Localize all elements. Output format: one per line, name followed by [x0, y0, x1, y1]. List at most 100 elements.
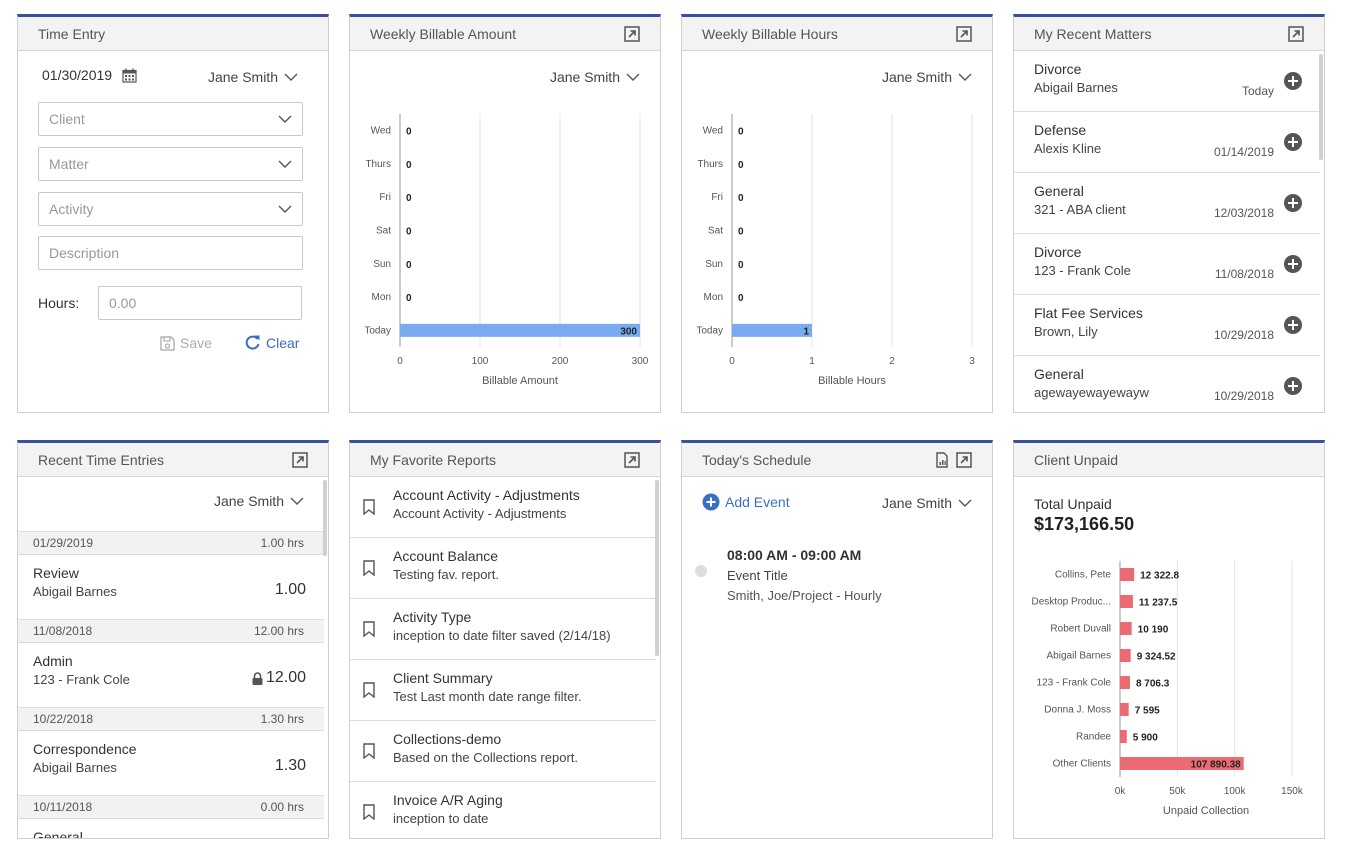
report-title: Invoice A/R Aging: [393, 792, 503, 808]
list-item[interactable]: Account Balance Testing fav. report.: [350, 538, 656, 599]
activity-select[interactable]: Activity: [38, 192, 303, 226]
category-label: Donna J. Moss: [1044, 705, 1111, 716]
matters-list[interactable]: Divorce Abigail Barnes Today Defense Alexis…: [1014, 51, 1320, 412]
entry-client: Abigail Barnes: [33, 584, 117, 599]
activity-placeholder: Activity: [49, 201, 94, 217]
data-label: 1: [803, 326, 809, 337]
description-placeholder: Description: [49, 245, 120, 261]
popout-icon[interactable]: [624, 451, 640, 468]
list-item[interactable]: General agewayewayewayw 10/29/2018: [1014, 356, 1320, 412]
schedule-event[interactable]: 08:00 AM - 09:00 AM Event Title Smith, J…: [695, 547, 975, 603]
plus-circle-icon: [702, 493, 720, 511]
list-item[interactable]: Flat Fee Services Brown, Lily 10/29/2018: [1014, 295, 1320, 356]
user-select-value: Jane Smith: [207, 69, 278, 85]
matter-title: General: [1034, 183, 1084, 199]
bookmark-icon[interactable]: [363, 804, 375, 820]
client-select[interactable]: Client: [38, 102, 303, 136]
clear-label: Clear: [266, 334, 300, 351]
entry-total-hours: 1.30 hrs: [260, 712, 304, 726]
bookmark-icon[interactable]: [363, 743, 375, 759]
user-select[interactable]: Jane Smith: [550, 69, 640, 85]
user-select[interactable]: Jane Smith: [882, 69, 972, 85]
matter-date: Today: [1241, 84, 1274, 98]
category-label: Abigail Barnes: [1047, 651, 1111, 662]
add-time-icon[interactable]: [1284, 316, 1302, 334]
list-item[interactable]: Defense Alexis Kline 01/14/2019: [1014, 112, 1320, 173]
date-picker[interactable]: 01/30/2019: [42, 67, 137, 83]
scrollbar[interactable]: [1319, 54, 1323, 160]
matter-select[interactable]: Matter: [38, 147, 303, 181]
bookmark-icon[interactable]: [363, 499, 375, 515]
save-button[interactable]: Save: [160, 335, 212, 351]
list-item[interactable]: Account Activity - Adjustments Account Ac…: [350, 477, 656, 538]
category-label: Fri: [379, 192, 391, 203]
calendar-icon[interactable]: [122, 68, 137, 83]
add-time-icon[interactable]: [1284, 255, 1302, 273]
recent-matters-widget: My Recent Matters Divorce Abigail Barnes T…: [1013, 14, 1325, 413]
description-input[interactable]: Description: [38, 236, 303, 270]
category-label: Robert Duvall: [1050, 624, 1111, 635]
hours-input[interactable]: 0.00: [98, 286, 302, 320]
add-time-icon[interactable]: [1284, 194, 1302, 212]
user-select-value: Jane Smith: [881, 495, 952, 511]
popout-icon[interactable]: [956, 25, 972, 42]
entry-date: 01/29/2019: [33, 536, 94, 550]
table-row[interactable]: Correspondence Abigail Barnes 1.30: [18, 731, 324, 795]
table-row[interactable]: Review Abigail Barnes 1.00: [18, 555, 324, 619]
popout-icon[interactable]: [292, 451, 308, 468]
report-title: Collections-demo: [393, 731, 502, 747]
category-label: Thurs: [365, 159, 391, 170]
report-icon[interactable]: [934, 451, 950, 468]
entry-date: 11/08/2018: [33, 624, 93, 638]
scrollbar[interactable]: [323, 480, 327, 556]
report-description: Account Activity - Adjustments: [393, 506, 567, 521]
x-tick-label: 50k: [1169, 786, 1186, 797]
x-tick-label: 100: [472, 356, 489, 367]
user-select[interactable]: Jane Smith: [208, 69, 298, 85]
user-select[interactable]: Jane Smith: [882, 495, 972, 511]
popout-icon[interactable]: [956, 451, 972, 468]
list-item[interactable]: General 321 - ABA client 12/03/2018: [1014, 173, 1320, 234]
bar: [400, 323, 640, 337]
add-time-icon[interactable]: [1284, 72, 1302, 90]
matter-title: Divorce: [1034, 244, 1082, 260]
list-item[interactable]: Collections-demo Based on the Collections…: [350, 721, 656, 782]
popout-icon[interactable]: [1288, 25, 1304, 42]
list-item[interactable]: Client Summary Test Last month date range…: [350, 660, 656, 721]
bookmark-icon[interactable]: [363, 621, 375, 637]
add-event-button[interactable]: Add Event: [702, 493, 790, 511]
bookmark-icon[interactable]: [363, 682, 375, 698]
chevron-down-icon: [958, 73, 972, 81]
list-item[interactable]: Activity Type inception to date filter sa…: [350, 599, 656, 660]
add-time-icon[interactable]: [1284, 133, 1302, 151]
recent-entries-widget: Recent Time Entries Jane Smith 01/29/201…: [17, 440, 329, 839]
table-row[interactable]: Admin 123 - Frank Cole 12.00: [18, 643, 324, 707]
scrollbar[interactable]: [655, 480, 659, 656]
user-select[interactable]: Jane Smith: [214, 493, 304, 509]
category-label: Thurs: [697, 159, 723, 170]
x-tick-label: 300: [632, 356, 649, 367]
favorite-reports-widget: My Favorite Reports Account Activity - A…: [349, 440, 661, 839]
event-status-dot: [695, 565, 707, 577]
add-time-icon[interactable]: [1284, 377, 1302, 395]
popout-icon[interactable]: [624, 25, 640, 42]
entry-hours: 12.00: [252, 669, 306, 687]
reports-list[interactable]: Account Activity - Adjustments Account Ac…: [350, 477, 656, 838]
table-row[interactable]: General: [18, 819, 324, 838]
data-label: 0: [406, 160, 412, 171]
entries-list[interactable]: Jane Smith 01/29/2019 1.00 hrs Review Abig…: [18, 477, 324, 838]
data-label: 8 706.3: [1136, 679, 1170, 690]
bookmark-icon[interactable]: [363, 560, 375, 576]
chevron-down-icon: [278, 115, 292, 123]
category-label: Sun: [705, 259, 723, 270]
clear-button[interactable]: Clear: [244, 334, 299, 351]
entry-date-row: 10/11/2018 0.00 hrs: [18, 795, 324, 819]
data-label: 5 900: [1133, 733, 1158, 744]
list-item[interactable]: Divorce 123 - Frank Cole 11/08/2018: [1014, 234, 1320, 295]
client-placeholder: Client: [49, 111, 85, 127]
entry-hours-value: 1.00: [274, 581, 306, 598]
client-unpaid-widget: Client Unpaid Total Unpaid $173,166.50 0…: [1013, 440, 1325, 839]
list-item[interactable]: Invoice A/R Aging inception to date: [350, 782, 656, 838]
list-item[interactable]: Divorce Abigail Barnes Today: [1014, 51, 1320, 112]
entry-total-hours: 1.00 hrs: [260, 536, 304, 550]
